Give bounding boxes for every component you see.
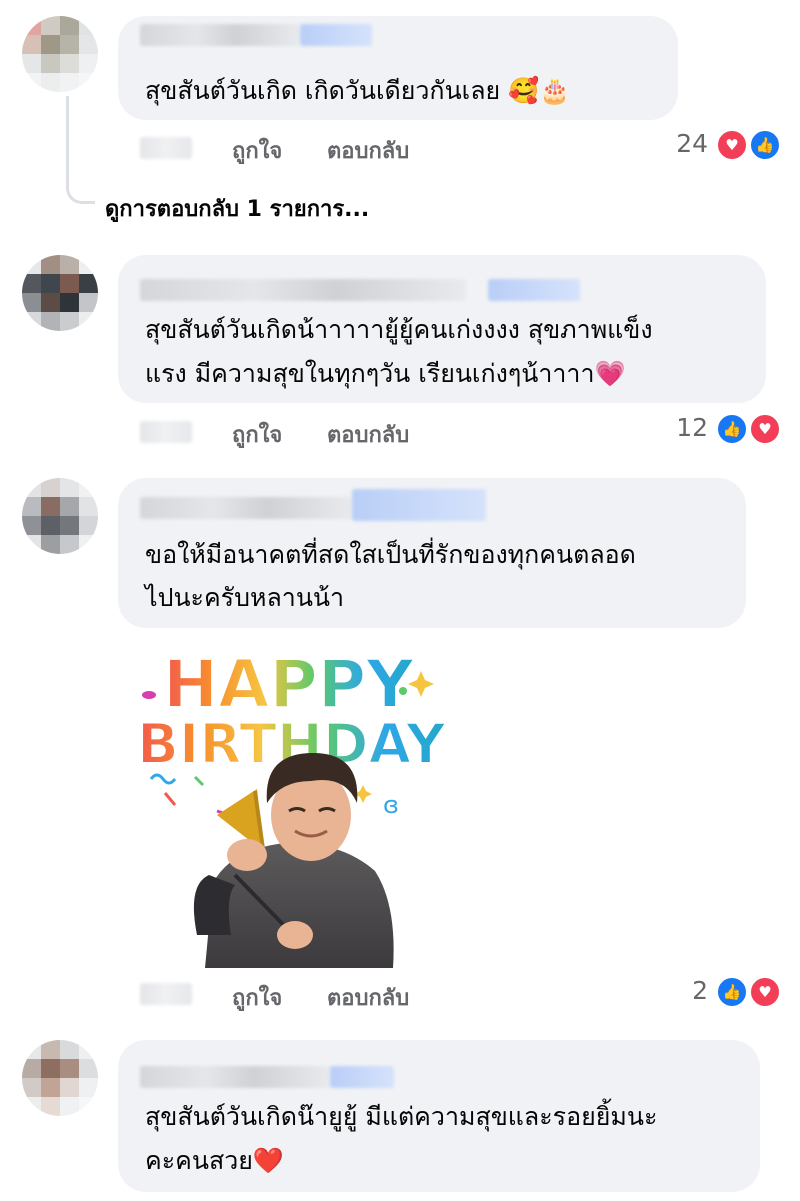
- comment-text: สุขสันต์วันเกิด เกิดวันเดียวกันเลย 🥰🎂: [145, 76, 571, 105]
- love-reaction-icon[interactable]: ♥: [716, 129, 748, 161]
- like-button[interactable]: ถูกใจ: [232, 133, 282, 168]
- birthday-sticker-art: HAPPY BIRTHDAY ɞ: [136, 645, 445, 968]
- commenter-name-suffix[interactable]: [300, 24, 372, 46]
- birthday-sticker[interactable]: HAPPY BIRTHDAY ɞ: [135, 635, 445, 968]
- reply-button[interactable]: ตอบกลับ: [327, 133, 409, 168]
- like-reaction-icon[interactable]: 👍: [716, 976, 748, 1008]
- reply-button[interactable]: ตอบกลับ: [327, 980, 409, 1015]
- commenter-name-suffix[interactable]: [352, 489, 486, 521]
- comment-timestamp[interactable]: [140, 421, 192, 443]
- comment-timestamp[interactable]: [140, 983, 192, 1005]
- comment-text-line: ไปนะครับหลานน้า: [145, 583, 345, 612]
- commenter-name[interactable]: [140, 497, 352, 519]
- love-reaction-icon[interactable]: ♥: [749, 413, 781, 445]
- comment-text-line: สุขสันต์วันเกิดน๊ายูยู้ มีแต่ความสุขและร…: [145, 1102, 658, 1131]
- comment-text-line: ขอให้มีอนาคตที่สดใสเป็นที่รักของทุกคนตลอ…: [145, 540, 636, 569]
- like-reaction-icon[interactable]: 👍: [749, 129, 781, 161]
- commenter-name-suffix[interactable]: [330, 1066, 394, 1088]
- commenter-name[interactable]: [140, 279, 466, 301]
- commenter-avatar[interactable]: [22, 478, 98, 554]
- commenter-avatar[interactable]: [22, 255, 98, 331]
- like-button[interactable]: ถูกใจ: [232, 417, 282, 452]
- commenter-avatar[interactable]: [22, 1040, 98, 1116]
- svg-text:ɞ: ɞ: [383, 791, 399, 819]
- comment-text-line: คะคนสวย❤️: [145, 1146, 285, 1175]
- commenter-name-suffix[interactable]: [488, 279, 580, 301]
- comment-timestamp[interactable]: [140, 137, 192, 159]
- reply-button[interactable]: ตอบกลับ: [327, 417, 409, 452]
- love-reaction-icon[interactable]: ♥: [749, 976, 781, 1008]
- like-reaction-icon[interactable]: 👍: [716, 413, 748, 445]
- comment-text-line: สุขสันต์วันเกิดน้าาาาายู้ยู้คนเก่งงงง สุ…: [145, 315, 653, 344]
- reaction-count[interactable]: 24: [662, 129, 708, 158]
- like-button[interactable]: ถูกใจ: [232, 980, 282, 1015]
- comment-text-line: แรง มีความสุขในทุกๆวัน เรียนเก่งๆน้าาาา💗: [145, 359, 626, 388]
- commenter-name[interactable]: [140, 24, 300, 46]
- commenter-avatar[interactable]: [22, 16, 98, 92]
- reaction-count[interactable]: 12: [662, 413, 708, 442]
- reaction-count[interactable]: 2: [662, 976, 708, 1005]
- view-replies-link[interactable]: ดูการตอบกลับ 1 รายการ...: [105, 191, 369, 226]
- commenter-name[interactable]: [140, 1066, 330, 1088]
- reply-thread-line: [66, 96, 95, 204]
